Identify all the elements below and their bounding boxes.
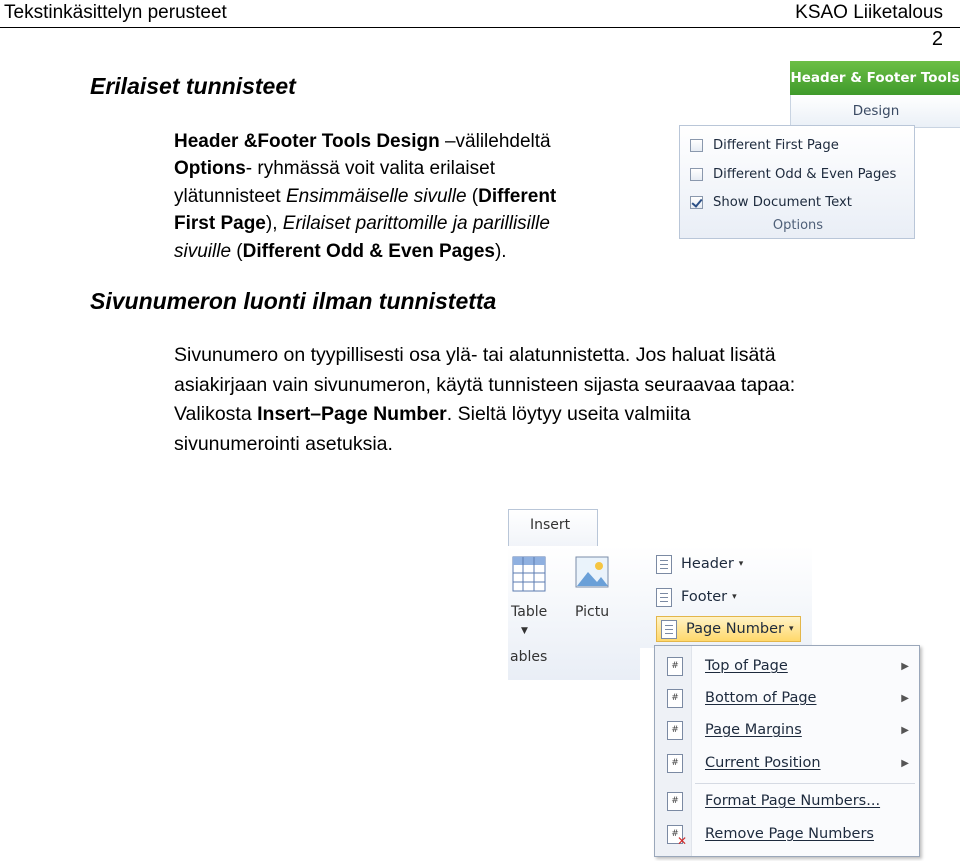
- table-icon[interactable]: [512, 556, 546, 594]
- document-header-right: KSAO Liiketalous: [795, 2, 943, 23]
- text: . Sieltä löytyy useita valmiita: [446, 403, 691, 425]
- text: ),: [265, 213, 283, 235]
- section1-paragraph: Header &Footer Tools Design –välilehdelt…: [174, 128, 694, 265]
- text: sivunumerointi asetuksia.: [174, 432, 393, 455]
- footer-label: Footer: [681, 589, 728, 605]
- text: Sivunumero on tyypillisesti osa ylä- tai…: [174, 344, 776, 366]
- page-number-button[interactable]: Page Number ▾: [656, 616, 801, 642]
- section2-paragraph: Sivunumero on tyypillisesti osa ylä- tai…: [174, 341, 954, 459]
- submenu-arrow-icon: ▶: [901, 692, 909, 704]
- menu-item-current-position[interactable]: # Current Position ▶: [661, 748, 915, 778]
- text-bold: Different Odd & Even Pages: [242, 240, 495, 262]
- option-different-first-page[interactable]: Different First Page: [690, 134, 839, 156]
- format-page-numbers-icon: #: [667, 791, 683, 811]
- text: –välilehdeltä: [439, 131, 551, 152]
- option-show-document-text[interactable]: Show Document Text: [690, 191, 852, 213]
- text-italic: Erilaiset parittomille ja parillisille: [282, 213, 550, 235]
- menu-item-top-of-page[interactable]: # Top of Page ▶: [661, 651, 915, 681]
- text-italic: sivuille: [174, 240, 232, 262]
- option-different-odd-even-pages[interactable]: Different Odd & Even Pages: [690, 163, 896, 185]
- menu-item-label: Format Page Numbers...: [705, 793, 881, 809]
- menu-item-remove-page-numbers[interactable]: # ✕ Remove Page Numbers: [661, 819, 915, 849]
- menu-item-label: Page Margins: [705, 722, 802, 738]
- text-bold: First Page: [174, 213, 266, 235]
- picture-icon[interactable]: [575, 554, 609, 592]
- table-button-label[interactable]: Table: [511, 604, 547, 620]
- text: (: [466, 185, 479, 207]
- header-icon: [656, 554, 672, 574]
- option-label: Show Document Text: [713, 194, 852, 210]
- text: - ryhmässä voit valita erilaiset: [245, 158, 495, 180]
- close-icon: ✕: [676, 833, 687, 848]
- group-label-options: Options: [772, 218, 824, 233]
- menu-item-format-page-numbers[interactable]: # Format Page Numbers...: [661, 786, 915, 816]
- page-number-menu: # Top of Page ▶ # Bottom of Page ▶ # Pag…: [654, 645, 920, 857]
- page-number-icon: #: [667, 720, 683, 740]
- footer-button[interactable]: Footer ▾: [656, 584, 737, 610]
- tab-insert-label: Insert: [530, 517, 571, 533]
- text-bold: Insert–Page Number: [257, 403, 447, 425]
- menu-item-label: Current Position: [705, 755, 821, 771]
- text-italic: Ensimmäiselle sivulle: [285, 185, 467, 207]
- options-group-panel: Different First Page Different Odd & Eve…: [679, 125, 915, 239]
- page-number-icon: [661, 619, 677, 639]
- menu-item-bottom-of-page[interactable]: # Bottom of Page ▶: [661, 683, 915, 713]
- section-heading-tunnisteet: Erilaiset tunnisteet: [90, 73, 296, 99]
- remove-page-numbers-icon: # ✕: [667, 824, 687, 847]
- checkbox-checked-icon[interactable]: [690, 195, 703, 209]
- section-heading-sivunumero: Sivunumeron luonti ilman tunnistetta: [90, 288, 497, 314]
- contextual-tab-header-footer-tools[interactable]: Header & Footer Tools: [790, 61, 960, 95]
- text-bold: Different: [478, 185, 557, 207]
- header-divider: [0, 27, 960, 28]
- checkbox-icon[interactable]: [690, 167, 703, 181]
- text-bold: Header &Footer Tools Design: [174, 131, 440, 152]
- submenu-arrow-icon: ▶: [901, 757, 909, 769]
- header-label: Header: [681, 556, 734, 572]
- picture-button-label[interactable]: Pictu: [575, 604, 609, 620]
- page-number-icon: #: [667, 753, 683, 773]
- submenu-arrow-icon: ▶: [901, 724, 909, 736]
- text: asiakirjaan vain sivunumeron, käytä tunn…: [174, 373, 796, 396]
- page-number-icon: #: [667, 656, 683, 676]
- footer-icon: [656, 587, 672, 607]
- menu-item-label: Remove Page Numbers: [705, 826, 874, 842]
- group-label-tables: ables: [510, 649, 548, 665]
- page-number: 2: [931, 28, 943, 50]
- submenu-arrow-icon: ▶: [901, 660, 909, 672]
- menu-item-page-margins[interactable]: # Page Margins ▶: [661, 715, 915, 745]
- text: (: [231, 240, 243, 262]
- text-bold: Options: [174, 158, 246, 180]
- text: ylätunnisteet: [174, 185, 286, 207]
- menu-item-label: Top of Page: [705, 658, 788, 674]
- chevron-down-icon: ▾: [738, 559, 744, 569]
- chevron-down-icon: ▾: [788, 624, 794, 634]
- text: ).: [494, 240, 507, 262]
- text: Valikosta: [174, 403, 258, 425]
- option-label: Different Odd & Even Pages: [713, 166, 897, 182]
- document-header-left: Tekstinkäsittelyn perusteet: [4, 2, 227, 23]
- menu-item-label: Bottom of Page: [705, 690, 817, 706]
- header-button[interactable]: Header ▾: [656, 551, 743, 577]
- checkbox-icon[interactable]: [690, 138, 703, 152]
- tab-design[interactable]: Design: [790, 95, 960, 127]
- table-dropdown-arrow[interactable]: ▼: [521, 626, 528, 636]
- page-number-icon: #: [667, 688, 683, 708]
- menu-separator: [695, 783, 915, 784]
- ribbon-edge: [914, 127, 960, 129]
- option-label: Different First Page: [713, 137, 839, 153]
- chevron-down-icon: ▾: [732, 592, 737, 602]
- page-number-label: Page Number: [686, 621, 784, 637]
